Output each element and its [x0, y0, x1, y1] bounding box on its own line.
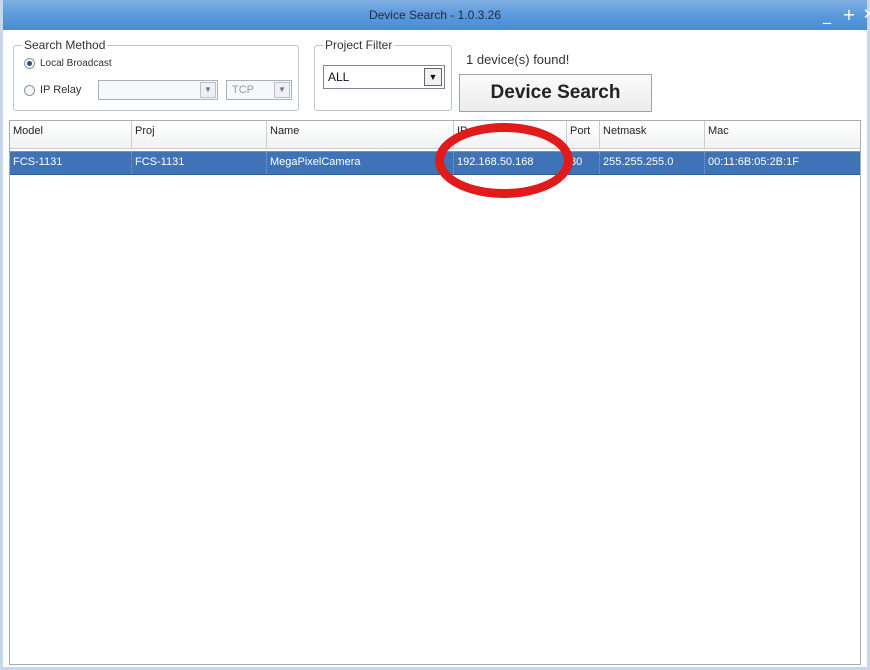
minimize-button[interactable]: _ — [817, 5, 837, 25]
column-header-model[interactable]: Model — [10, 121, 132, 149]
close-button[interactable]: ✕ — [859, 4, 870, 24]
cell-name: MegaPixelCamera — [267, 152, 454, 174]
cell-proj: FCS-1131 — [132, 152, 267, 174]
column-header-port[interactable]: Port — [567, 121, 600, 149]
window-title: Device Search - 1.0.3.26 — [368, 8, 502, 22]
column-header-name[interactable]: Name — [267, 121, 454, 149]
chevron-down-icon[interactable]: ▼ — [274, 82, 290, 98]
chevron-down-icon[interactable]: ▼ — [424, 68, 442, 86]
column-header-mac[interactable]: Mac — [705, 121, 860, 149]
cell-netmask: 255.255.255.0 — [600, 152, 705, 174]
cell-port: 80 — [567, 152, 600, 174]
cell-model: FCS-1131 — [10, 152, 132, 174]
protocol-value: TCP — [232, 84, 254, 96]
protocol-combo[interactable]: TCP ▼ — [226, 80, 292, 100]
cell-ip: 192.168.50.168 — [454, 152, 567, 174]
device-count-status: 1 device(s) found! — [466, 52, 570, 67]
ip-relay-option[interactable]: IP Relay — [24, 84, 81, 96]
ip-relay-combo[interactable]: ▼ — [98, 80, 218, 100]
cell-mac: 00:11:6B:05:2B:1F — [708, 156, 799, 168]
device-search-window: Device Search - 1.0.3.26 _ + ✕ Search Me… — [0, 0, 870, 670]
local-broadcast-radio[interactable] — [24, 58, 35, 69]
title-bar[interactable]: Device Search - 1.0.3.26 _ + ✕ — [3, 0, 870, 30]
ip-relay-label: IP Relay — [40, 84, 82, 96]
project-filter-select[interactable]: ALL ▼ — [323, 65, 445, 89]
column-header-proj[interactable]: Proj — [132, 121, 267, 149]
local-broadcast-option[interactable]: Local Broadcast — [24, 58, 112, 69]
project-filter-legend: Project Filter — [323, 38, 395, 52]
maximize-button[interactable]: + — [839, 5, 859, 25]
project-filter-value: ALL — [328, 70, 350, 84]
device-table[interactable]: Model Proj Name IP Port Netmask Mac FCS-… — [9, 120, 861, 665]
ip-relay-radio[interactable] — [24, 84, 35, 96]
search-method-legend: Search Method — [22, 38, 108, 52]
table-header: Model Proj Name IP Port Netmask Mac — [10, 121, 860, 149]
column-header-netmask[interactable]: Netmask — [600, 121, 705, 149]
device-search-button[interactable]: Device Search — [459, 74, 652, 112]
search-method-group: Search Method Local Broadcast IP Relay ▼… — [13, 38, 299, 111]
chevron-down-icon[interactable]: ▼ — [200, 82, 216, 98]
table-row[interactable]: FCS-1131 FCS-1131 MegaPixelCamera 192.16… — [10, 151, 860, 175]
local-broadcast-label: Local Broadcast — [40, 58, 112, 69]
column-header-ip[interactable]: IP — [454, 121, 567, 149]
